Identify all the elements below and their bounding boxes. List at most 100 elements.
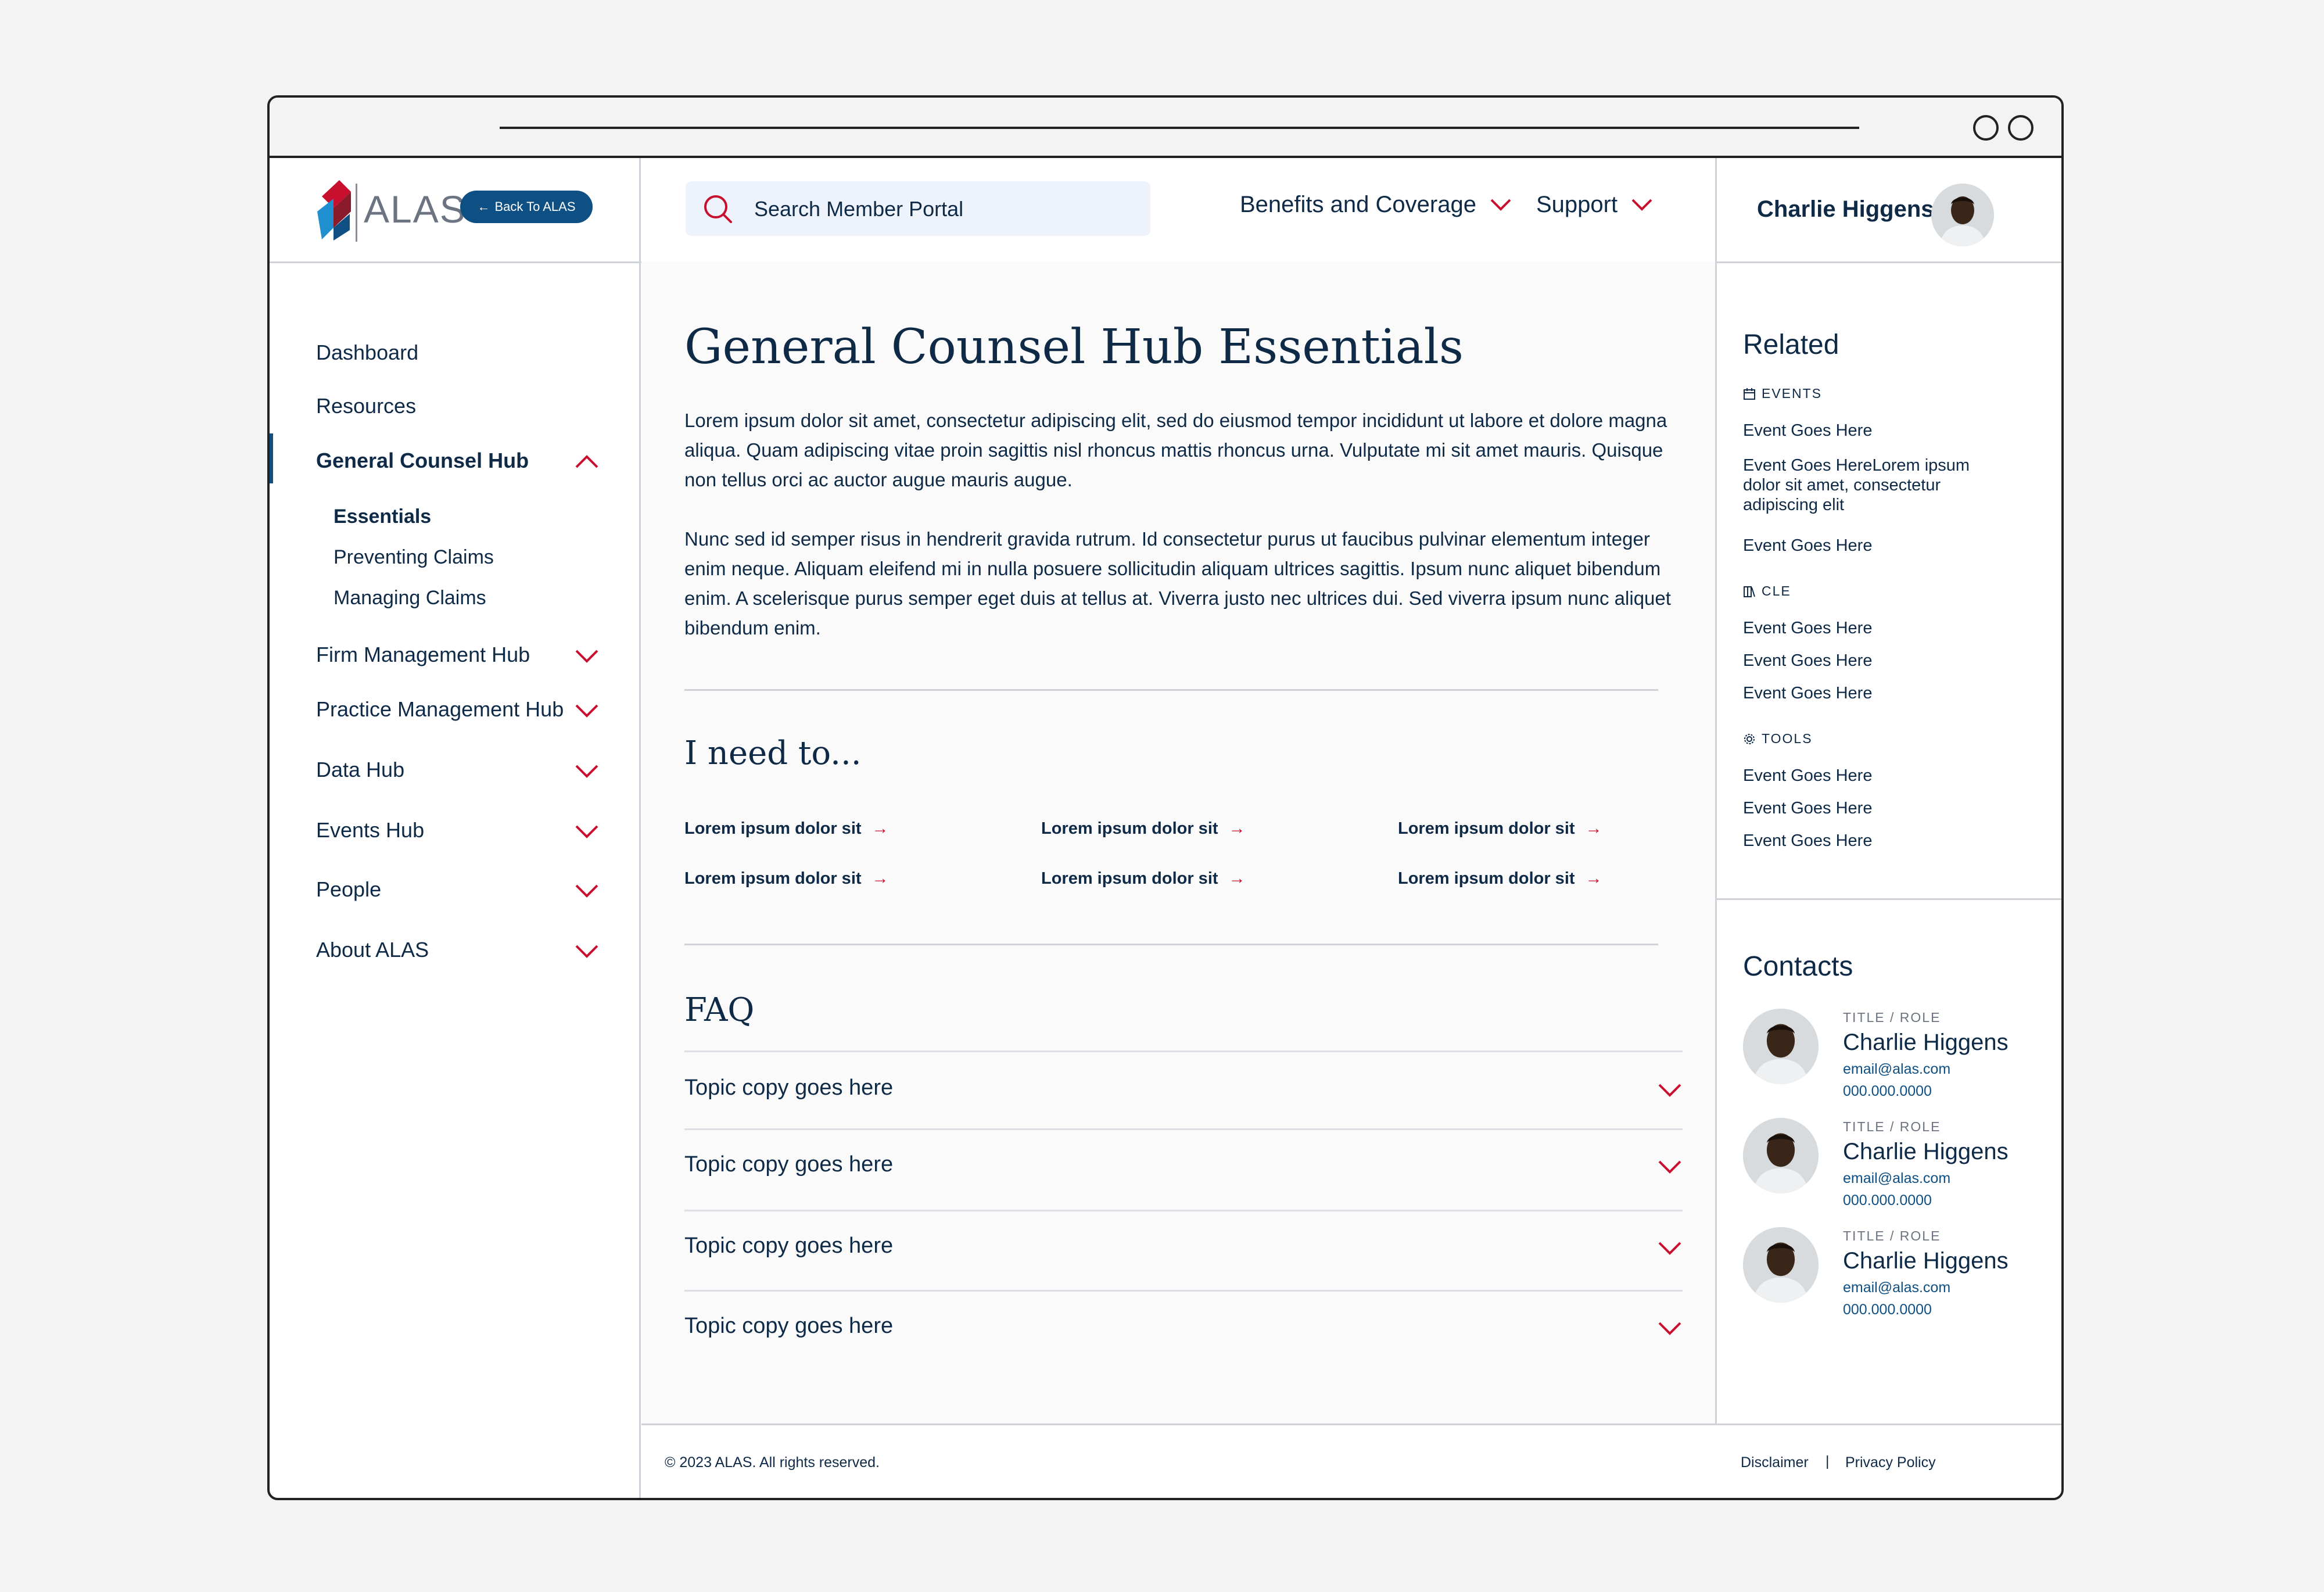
chevron-down-icon[interactable]	[574, 703, 600, 719]
related-event-link[interactable]: Event Goes HereLorem ipsum dolor sit ame…	[1743, 456, 1999, 515]
avatar[interactable]	[1743, 1227, 1819, 1303]
arrow-right-icon: →	[1585, 869, 1602, 888]
sidebar-item-about-alas[interactable]: About ALAS	[316, 938, 429, 962]
alas-logo-icon[interactable]	[316, 179, 357, 241]
search-icon[interactable]	[702, 193, 734, 225]
nav-support[interactable]: Support	[1536, 192, 1654, 218]
faq-item[interactable]: Topic copy goes here	[684, 1128, 1683, 1211]
related-cle-link[interactable]: Event Goes Here	[1743, 651, 1999, 670]
need-link[interactable]: Lorem ipsum dolor sit →	[1398, 869, 1602, 888]
chevron-down-icon[interactable]	[1657, 1082, 1683, 1099]
right-column-divider	[1715, 261, 1717, 1424]
need-link[interactable]: Lorem ipsum dolor sit →	[684, 819, 889, 838]
nav-label: Support	[1536, 192, 1618, 217]
gear-icon	[1744, 733, 1755, 744]
sidebar-item-data-hub[interactable]: Data Hub	[316, 758, 404, 782]
sidebar-item-people[interactable]: People	[316, 877, 381, 902]
chevron-down-icon[interactable]	[574, 648, 600, 665]
contact-email[interactable]: email@alas.com	[1843, 1061, 1950, 1078]
user-name[interactable]: Charlie Higgens	[1757, 196, 1934, 223]
browser-window: ALAS ← Back To ALAS Benefits and Coverag…	[267, 95, 2064, 1500]
related-tool-link[interactable]: Event Goes Here	[1743, 831, 1999, 851]
arrow-right-icon: →	[871, 819, 889, 838]
avatar[interactable]	[1931, 184, 1994, 246]
active-indicator	[270, 433, 273, 483]
privacy-policy-link[interactable]: Privacy Policy	[1845, 1454, 1936, 1471]
arrow-right-icon: →	[1228, 869, 1246, 888]
sidebar-item-general-counsel-hub[interactable]: General Counsel Hub	[316, 449, 529, 473]
avatar[interactable]	[1743, 1118, 1819, 1193]
chevron-down-icon	[1490, 199, 1511, 211]
disclaimer-link[interactable]: Disclaimer	[1741, 1454, 1809, 1471]
chevron-down-icon[interactable]	[574, 763, 600, 780]
back-button-label: Back To ALAS	[494, 199, 576, 214]
chevron-up-icon[interactable]	[574, 453, 600, 469]
related-category-tools: TOOLS	[1743, 731, 1813, 747]
need-link[interactable]: Lorem ipsum dolor sit →	[1041, 869, 1246, 888]
need-link[interactable]: Lorem ipsum dolor sit →	[1398, 819, 1602, 838]
section-divider	[1715, 898, 2061, 900]
chevron-down-icon[interactable]	[1657, 1321, 1683, 1337]
logo-text: ALAS	[364, 188, 467, 231]
chevron-down-icon[interactable]	[1657, 1159, 1683, 1175]
need-link-label: Lorem ipsum dolor sit	[684, 869, 862, 888]
sidebar-item-firm-management-hub[interactable]: Firm Management Hub	[316, 643, 530, 667]
sidebar-item-resources[interactable]: Resources	[316, 394, 416, 418]
related-cle-link[interactable]: Event Goes Here	[1743, 618, 1999, 638]
contact-email[interactable]: email@alas.com	[1843, 1170, 1950, 1187]
category-label: CLE	[1762, 583, 1791, 598]
faq-item[interactable]: Topic copy goes here	[684, 1290, 1683, 1367]
contact-phone[interactable]: 000.000.0000	[1843, 1192, 1932, 1209]
search-box[interactable]	[686, 181, 1150, 237]
browser-chrome	[270, 98, 2061, 158]
back-to-alas-button[interactable]: ← Back To ALAS	[460, 191, 593, 223]
chevron-down-icon[interactable]	[574, 944, 600, 960]
intro-paragraph: Nunc sed id semper risus in hendrerit gr…	[684, 528, 1671, 639]
divider	[639, 158, 641, 261]
sidebar-item-dashboard[interactable]: Dashboard	[316, 340, 418, 365]
related-cle-link[interactable]: Event Goes Here	[1743, 683, 1999, 703]
sidebar-subitem-essentials[interactable]: Essentials	[333, 505, 431, 528]
sidebar-item-practice-management-hub[interactable]: Practice Management Hub	[316, 697, 564, 722]
contact-role: TITLE / ROLE	[1843, 1228, 1941, 1243]
search-input[interactable]	[753, 181, 1139, 237]
faq-item[interactable]: Topic copy goes here	[684, 1050, 1683, 1130]
arrow-left-icon: ←	[477, 199, 490, 214]
sidebar-subitem-managing-claims[interactable]: Managing Claims	[333, 587, 486, 609]
contact-role: TITLE / ROLE	[1843, 1119, 1941, 1134]
nav-benefits-and-coverage[interactable]: Benefits and Coverage	[1240, 192, 1512, 218]
person-avatar-icon	[1931, 184, 1994, 246]
nav-label: Benefits and Coverage	[1240, 192, 1476, 217]
person-avatar-icon	[1743, 1009, 1819, 1084]
need-link[interactable]: Lorem ipsum dolor sit →	[1041, 819, 1246, 838]
sidebar-divider	[639, 261, 641, 1498]
faq-question: Topic copy goes here	[684, 1075, 894, 1100]
category-label: TOOLS	[1762, 731, 1813, 746]
contact-phone[interactable]: 000.000.0000	[1843, 1301, 1932, 1318]
window-control-icon[interactable]	[2008, 115, 2033, 141]
related-tool-link[interactable]: Event Goes Here	[1743, 798, 1999, 818]
contact-email[interactable]: email@alas.com	[1843, 1279, 1950, 1296]
chevron-down-icon[interactable]	[1657, 1240, 1683, 1257]
section-divider	[684, 689, 1658, 691]
chevron-down-icon	[1631, 199, 1652, 211]
category-label: EVENTS	[1762, 386, 1823, 401]
need-link[interactable]: Lorem ipsum dolor sit →	[684, 869, 889, 888]
sidebar-item-events-hub[interactable]: Events Hub	[316, 818, 424, 842]
chevron-down-icon[interactable]	[574, 883, 600, 899]
footer: © 2023 ALAS. All rights reserved. Discla…	[641, 1424, 2061, 1498]
sidebar-subitem-preventing-claims[interactable]: Preventing Claims	[333, 546, 494, 569]
avatar[interactable]	[1743, 1009, 1819, 1084]
related-tool-link[interactable]: Event Goes Here	[1743, 766, 1999, 786]
faq-item[interactable]: Topic copy goes here	[684, 1210, 1683, 1292]
faq-question: Topic copy goes here	[684, 1314, 894, 1338]
related-event-link[interactable]: Event Goes Here	[1743, 536, 1999, 555]
contact-phone[interactable]: 000.000.0000	[1843, 1083, 1932, 1100]
related-event-link[interactable]: Event Goes Here	[1743, 421, 1999, 440]
related-category-cle: CLE	[1743, 583, 1791, 599]
window-control-icon[interactable]	[1973, 115, 1999, 141]
chevron-down-icon[interactable]	[574, 824, 600, 840]
address-bar[interactable]	[500, 127, 1859, 129]
contact-name: Charlie Higgens	[1843, 1248, 2009, 1274]
need-link-label: Lorem ipsum dolor sit	[684, 819, 862, 838]
